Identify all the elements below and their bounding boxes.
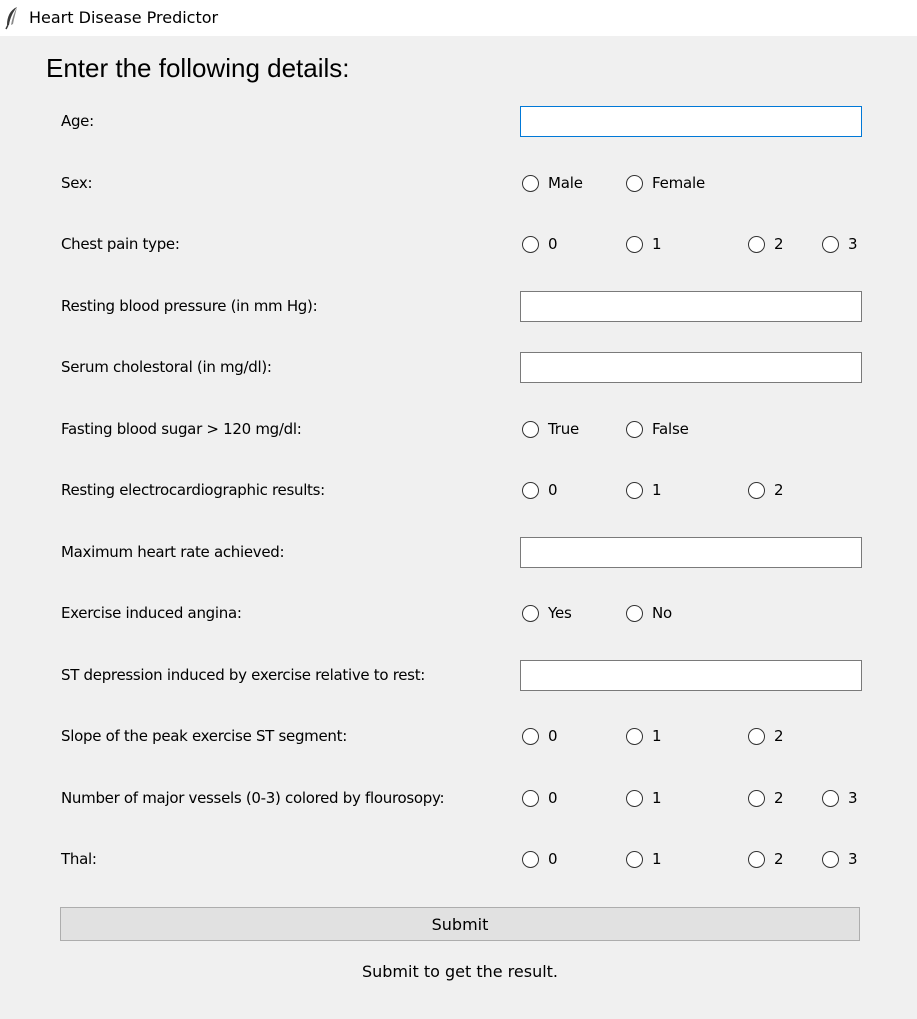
- window-title: Heart Disease Predictor: [29, 8, 219, 27]
- radio-option-label: 1: [652, 789, 662, 807]
- input-oldpeak[interactable]: [520, 660, 862, 691]
- radio-circle-icon[interactable]: [522, 789, 539, 807]
- radio-circle-icon[interactable]: [522, 420, 539, 438]
- radio-ca-option[interactable]: 3: [822, 787, 858, 809]
- radio-cp-option[interactable]: 0: [522, 233, 558, 255]
- radio-exang-option[interactable]: Yes: [522, 602, 572, 624]
- radio-cp-option[interactable]: 1: [626, 233, 662, 255]
- radio-option-label: 0: [548, 235, 558, 253]
- radio-circle-icon[interactable]: [522, 174, 539, 192]
- radio-circle-icon[interactable]: [522, 235, 539, 253]
- radio-thal-option[interactable]: 2: [748, 848, 784, 870]
- radio-option-label: 2: [774, 481, 784, 499]
- radio-option-label: 0: [548, 850, 558, 868]
- radio-restecg-option[interactable]: 2: [748, 479, 784, 501]
- app-window-body: [0, 36, 917, 1019]
- input-chol[interactable]: [520, 352, 862, 383]
- form-heading: Enter the following details:: [46, 53, 350, 83]
- field-label-age: Age:: [61, 112, 94, 130]
- radio-circle-icon[interactable]: [626, 604, 643, 622]
- radio-option-label: 3: [848, 235, 858, 253]
- radio-option-label: 1: [652, 481, 662, 499]
- field-label-fbs: Fasting blood sugar > 120 mg/dl:: [61, 420, 302, 438]
- radio-slope-option[interactable]: 2: [748, 725, 784, 747]
- radio-circle-icon[interactable]: [822, 850, 839, 868]
- radio-circle-icon[interactable]: [822, 789, 839, 807]
- field-label-sex: Sex:: [61, 174, 93, 192]
- radio-option-label: 2: [774, 235, 784, 253]
- radio-option-label: 2: [774, 727, 784, 745]
- radio-option-label: Yes: [548, 604, 572, 622]
- radio-circle-icon[interactable]: [626, 235, 643, 253]
- radio-sex-option[interactable]: Male: [522, 172, 583, 194]
- radio-restecg-option[interactable]: 0: [522, 479, 558, 501]
- radio-cp-option[interactable]: 3: [822, 233, 858, 255]
- radio-thal-option[interactable]: 3: [822, 848, 858, 870]
- radio-thal-option[interactable]: 1: [626, 848, 662, 870]
- radio-circle-icon[interactable]: [626, 174, 643, 192]
- field-label-cp: Chest pain type:: [61, 235, 180, 253]
- title-bar: Heart Disease Predictor: [0, 0, 917, 36]
- input-age[interactable]: [520, 106, 862, 137]
- radio-ca-option[interactable]: 1: [626, 787, 662, 809]
- field-label-ca: Number of major vessels (0-3) colored by…: [61, 789, 445, 807]
- result-label: Submit to get the result.: [361, 962, 559, 981]
- field-label-thalach: Maximum heart rate achieved:: [61, 543, 285, 561]
- field-label-chol: Serum cholestoral (in mg/dl):: [61, 358, 272, 376]
- radio-fbs-option[interactable]: False: [626, 418, 689, 440]
- radio-circle-icon[interactable]: [626, 727, 643, 745]
- field-label-trestbps: Resting blood pressure (in mm Hg):: [61, 297, 318, 315]
- radio-circle-icon[interactable]: [626, 420, 643, 438]
- field-label-slope: Slope of the peak exercise ST segment:: [61, 727, 347, 745]
- radio-fbs-option[interactable]: True: [522, 418, 579, 440]
- radio-option-label: No: [652, 604, 672, 622]
- radio-option-label: False: [652, 420, 689, 438]
- field-label-thal: Thal:: [61, 850, 97, 868]
- submit-button[interactable]: Submit: [60, 907, 860, 941]
- radio-slope-option[interactable]: 1: [626, 725, 662, 747]
- radio-option-label: 2: [774, 850, 784, 868]
- radio-circle-icon[interactable]: [748, 235, 765, 253]
- input-thalach[interactable]: [520, 537, 862, 568]
- radio-option-label: 2: [774, 789, 784, 807]
- radio-option-label: 1: [652, 235, 662, 253]
- radio-circle-icon[interactable]: [626, 481, 643, 499]
- radio-circle-icon[interactable]: [522, 481, 539, 499]
- radio-ca-option[interactable]: 0: [522, 787, 558, 809]
- radio-restecg-option[interactable]: 1: [626, 479, 662, 501]
- radio-option-label: 1: [652, 727, 662, 745]
- radio-circle-icon[interactable]: [522, 850, 539, 868]
- radio-circle-icon[interactable]: [522, 727, 539, 745]
- feather-icon: [5, 7, 17, 30]
- radio-option-label: 0: [548, 481, 558, 499]
- radio-circle-icon[interactable]: [748, 789, 765, 807]
- radio-option-label: Male: [548, 174, 583, 192]
- radio-circle-icon[interactable]: [522, 604, 539, 622]
- radio-circle-icon[interactable]: [626, 789, 643, 807]
- radio-sex-option[interactable]: Female: [626, 172, 705, 194]
- radio-circle-icon[interactable]: [748, 727, 765, 745]
- radio-option-label: True: [548, 420, 580, 438]
- radio-option-label: 0: [548, 727, 558, 745]
- radio-ca-option[interactable]: 2: [748, 787, 784, 809]
- radio-exang-option[interactable]: No: [626, 602, 672, 624]
- radio-thal-option[interactable]: 0: [522, 848, 558, 870]
- radio-cp-option[interactable]: 2: [748, 233, 784, 255]
- radio-option-label: 3: [848, 789, 858, 807]
- radio-circle-icon[interactable]: [626, 850, 643, 868]
- radio-option-label: 3: [848, 850, 858, 868]
- radio-circle-icon[interactable]: [748, 481, 765, 499]
- radio-circle-icon[interactable]: [748, 850, 765, 868]
- radio-option-label: 0: [548, 789, 558, 807]
- field-label-oldpeak: ST depression induced by exercise relati…: [61, 666, 426, 684]
- radio-option-label: 1: [652, 850, 662, 868]
- radio-circle-icon[interactable]: [822, 235, 839, 253]
- radio-slope-option[interactable]: 0: [522, 725, 558, 747]
- field-label-restecg: Resting electrocardiographic results:: [61, 481, 325, 499]
- radio-option-label: Female: [652, 174, 706, 192]
- input-trestbps[interactable]: [520, 291, 862, 322]
- field-label-exang: Exercise induced angina:: [61, 604, 242, 622]
